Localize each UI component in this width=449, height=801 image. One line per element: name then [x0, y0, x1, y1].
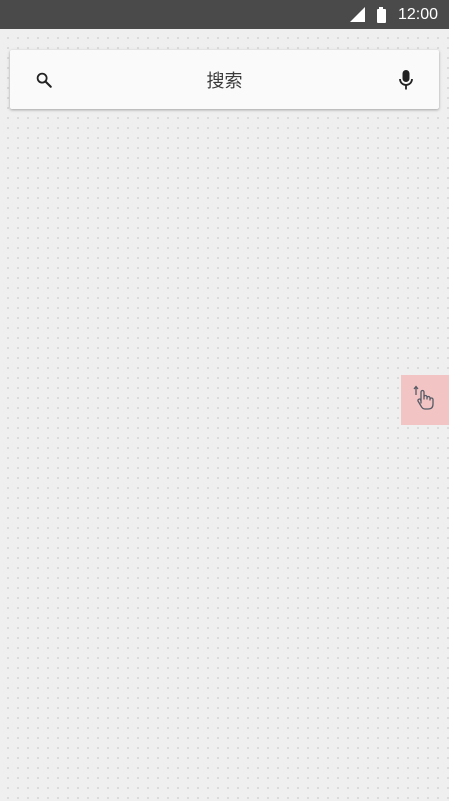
floating-gesture-button[interactable]: [401, 375, 449, 425]
battery-icon: [376, 6, 386, 23]
microphone-icon[interactable]: [395, 68, 417, 92]
status-time: 12:00: [397, 6, 438, 23]
search-bar[interactable]: 搜索: [10, 50, 439, 109]
search-input[interactable]: 搜索: [10, 50, 439, 109]
touch-gesture-icon: [410, 383, 440, 417]
status-bar: 12:00: [0, 0, 449, 29]
cell-signal-icon: [349, 7, 365, 22]
